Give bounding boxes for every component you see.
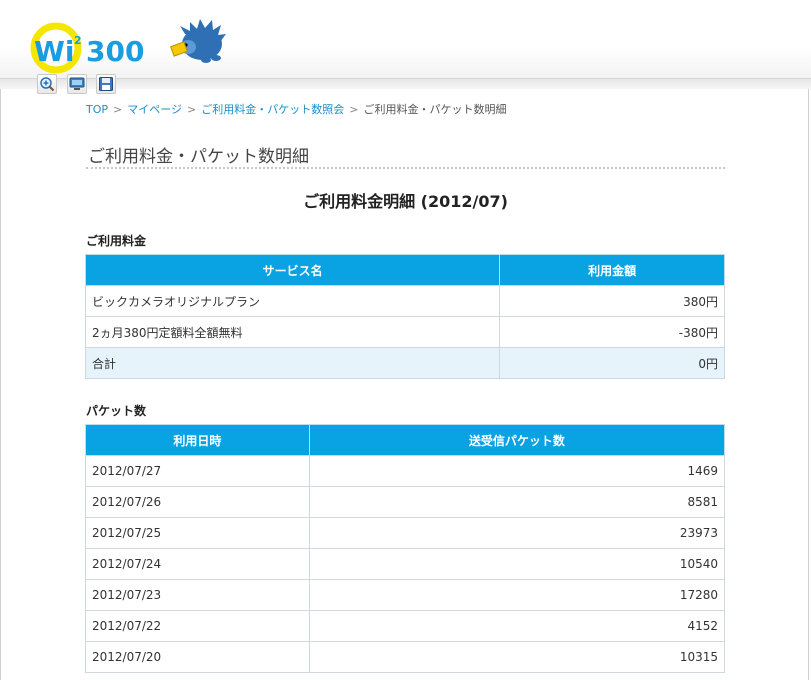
breadcrumb-separator: > bbox=[187, 103, 197, 116]
breadcrumb-current: ご利用料金・パケット数明細 bbox=[363, 103, 507, 116]
table-row: 2012/07/26 8581 bbox=[85, 486, 726, 518]
breadcrumb-link-top[interactable]: TOP bbox=[86, 103, 108, 116]
breadcrumb: TOP > マイページ > ご利用料金・パケット数照会 > ご利用料金・パケット数明細 bbox=[86, 101, 506, 117]
table-row: 2012/07/20 10315 bbox=[85, 641, 726, 673]
page-title: ご利用料金・パケット数明細 bbox=[88, 147, 309, 167]
svg-text:Wi: Wi bbox=[34, 35, 74, 68]
packet-count-cell: 8581 bbox=[308, 486, 726, 518]
site-header: Wi 2 300 bbox=[0, 0, 811, 96]
header-divider bbox=[0, 78, 811, 89]
table-row: 2012/07/24 10540 bbox=[85, 548, 726, 580]
table-row: 2012/07/23 17280 bbox=[85, 579, 726, 611]
packet-count-cell: 10540 bbox=[308, 548, 726, 580]
zoom-in-button[interactable] bbox=[37, 74, 57, 94]
table-row: ビックカメラオリジナルプラン 380円 bbox=[84, 285, 725, 317]
date-cell: 2012/07/23 bbox=[85, 579, 310, 611]
total-row: 合計 0円 bbox=[84, 347, 725, 379]
breadcrumb-link-mypage[interactable]: マイページ bbox=[127, 103, 182, 116]
title-divider bbox=[86, 167, 725, 169]
date-cell: 2012/07/20 bbox=[85, 641, 310, 673]
column-header-packet-count: 送受信パケット数 bbox=[308, 424, 726, 456]
amount-cell: 380円 bbox=[499, 285, 725, 317]
service-name-cell: ビックカメラオリジナルプラン bbox=[84, 285, 501, 317]
date-cell: 2012/07/22 bbox=[85, 610, 310, 642]
svg-text:2: 2 bbox=[74, 34, 82, 47]
packets-table: 利用日時 送受信パケット数 2012/07/27 1469 2012/07/26… bbox=[85, 424, 726, 673]
packets-heading: パケット数 bbox=[86, 404, 147, 418]
column-header-amount: 利用金額 bbox=[499, 254, 725, 286]
packet-count-cell: 17280 bbox=[308, 579, 726, 611]
fees-heading: ご利用料金 bbox=[86, 234, 147, 248]
date-cell: 2012/07/25 bbox=[85, 517, 310, 549]
date-cell: 2012/07/26 bbox=[85, 486, 310, 518]
zoom-in-icon bbox=[40, 77, 55, 92]
table-row: 2012/07/22 4152 bbox=[85, 610, 726, 642]
fees-table: サービス名 利用金額 ビックカメラオリジナルプラン 380円 2ヵ月380円定額… bbox=[84, 254, 725, 379]
breadcrumb-link-fee-inquiry[interactable]: ご利用料金・パケット数照会 bbox=[201, 103, 344, 116]
wi2-300-logo[interactable]: Wi 2 300 bbox=[30, 14, 240, 74]
packet-count-cell: 10315 bbox=[308, 641, 726, 673]
column-header-service-name: サービス名 bbox=[84, 254, 501, 286]
table-header-row: 利用日時 送受信パケット数 bbox=[85, 424, 726, 456]
total-amount: 0円 bbox=[499, 347, 725, 379]
breadcrumb-separator: > bbox=[113, 103, 123, 116]
table-row: 2012/07/27 1469 bbox=[85, 455, 726, 487]
packet-count-cell: 1469 bbox=[308, 455, 726, 487]
section-title: ご利用料金明細 (2012/07) bbox=[303, 192, 508, 211]
service-name-cell: 2ヵ月380円定額料全額無料 bbox=[84, 316, 501, 348]
table-row: 2012/07/25 23973 bbox=[85, 517, 726, 549]
total-label: 合計 bbox=[84, 347, 501, 379]
date-cell: 2012/07/27 bbox=[85, 455, 310, 487]
column-header-date: 利用日時 bbox=[85, 424, 310, 456]
packet-count-cell: 23973 bbox=[308, 517, 726, 549]
hedgehog-mascot-icon bbox=[170, 19, 226, 63]
monitor-icon bbox=[69, 77, 85, 90]
table-row: 2ヵ月380円定額料全額無料 -380円 bbox=[84, 316, 725, 348]
amount-cell: -380円 bbox=[499, 316, 725, 348]
breadcrumb-separator: > bbox=[349, 103, 359, 116]
table-header-row: サービス名 利用金額 bbox=[84, 254, 725, 286]
svg-text:300: 300 bbox=[86, 35, 144, 68]
save-button[interactable] bbox=[96, 74, 116, 94]
packet-count-cell: 4152 bbox=[308, 610, 726, 642]
date-cell: 2012/07/24 bbox=[85, 548, 310, 580]
display-button[interactable] bbox=[67, 74, 87, 94]
save-icon bbox=[99, 77, 113, 91]
